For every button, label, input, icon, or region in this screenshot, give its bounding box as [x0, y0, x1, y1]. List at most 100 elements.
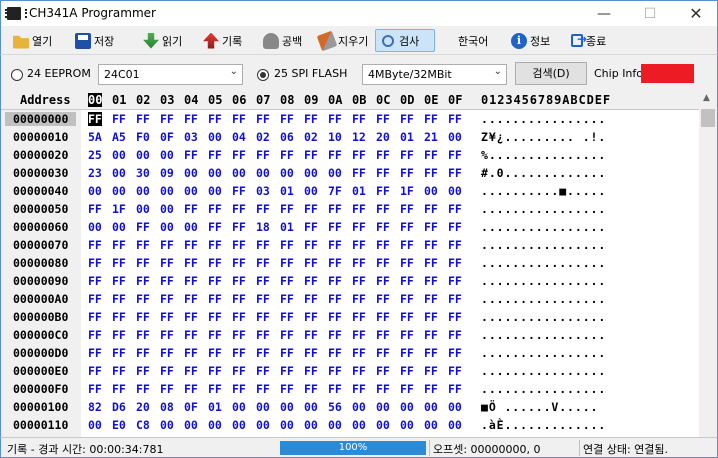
hex-byte[interactable]: FF: [400, 364, 414, 378]
open-button[interactable]: 열기: [13, 29, 52, 52]
hex-byte[interactable]: FF: [232, 202, 246, 216]
save-button[interactable]: 저장: [75, 29, 114, 52]
hex-byte[interactable]: FF: [448, 256, 462, 270]
hex-byte[interactable]: 20: [376, 130, 390, 144]
hex-byte[interactable]: FF: [136, 274, 150, 288]
hex-byte[interactable]: FF: [352, 112, 366, 126]
hex-byte[interactable]: 00: [232, 418, 246, 432]
hex-byte[interactable]: FF: [112, 382, 126, 396]
hex-byte[interactable]: FF: [208, 328, 222, 342]
hex-byte[interactable]: FF: [232, 112, 246, 126]
hex-byte[interactable]: 00: [136, 148, 150, 162]
hex-byte[interactable]: FF: [400, 292, 414, 306]
hex-byte[interactable]: 00: [160, 220, 174, 234]
hex-byte[interactable]: FF: [88, 310, 102, 324]
hex-byte[interactable]: FF: [136, 238, 150, 252]
hex-byte[interactable]: FF: [328, 256, 342, 270]
hex-byte[interactable]: FF: [352, 202, 366, 216]
hex-byte[interactable]: FF: [400, 310, 414, 324]
hex-byte[interactable]: FF: [208, 238, 222, 252]
hex-byte[interactable]: FF: [352, 328, 366, 342]
scroll-up-icon[interactable]: ▲: [703, 93, 710, 103]
row-address[interactable]: 00000110: [13, 418, 68, 432]
hex-byte[interactable]: FF: [280, 112, 294, 126]
hex-byte[interactable]: FF: [184, 364, 198, 378]
hex-byte[interactable]: FF: [304, 220, 318, 234]
hex-byte[interactable]: E0: [112, 418, 126, 432]
hex-editor[interactable]: Address 00 01 02 03 04 05 06 07 08 09 0A 0B 0C 0D 0E 0F…: [0, 91, 718, 437]
hex-byte[interactable]: FF: [184, 202, 198, 216]
hex-byte[interactable]: FF: [160, 328, 174, 342]
hex-byte[interactable]: 09: [160, 166, 174, 180]
hex-byte[interactable]: FF: [448, 148, 462, 162]
ascii-text[interactable]: .àÈ.............: [481, 418, 606, 432]
hex-byte[interactable]: FF: [208, 346, 222, 360]
hex-byte[interactable]: FF: [280, 292, 294, 306]
hex-byte[interactable]: FF: [400, 346, 414, 360]
hex-byte[interactable]: 23: [88, 166, 102, 180]
hex-byte[interactable]: FF: [280, 256, 294, 270]
hex-byte[interactable]: FF: [328, 292, 342, 306]
hex-byte[interactable]: FF: [328, 238, 342, 252]
hex-byte[interactable]: 00: [424, 184, 438, 198]
hex-byte[interactable]: FF: [376, 292, 390, 306]
hex-byte[interactable]: 00: [376, 400, 390, 414]
row-address[interactable]: 000000B0: [13, 310, 68, 324]
hex-byte[interactable]: 00: [136, 202, 150, 216]
hex-byte[interactable]: FF: [112, 310, 126, 324]
hex-byte[interactable]: 00: [280, 400, 294, 414]
hex-byte[interactable]: FF: [376, 220, 390, 234]
hex-byte[interactable]: FF: [400, 202, 414, 216]
hex-byte[interactable]: FF: [280, 238, 294, 252]
hex-byte[interactable]: 1F: [112, 202, 126, 216]
hex-byte[interactable]: FF: [232, 292, 246, 306]
hex-byte[interactable]: 00: [136, 184, 150, 198]
close-button[interactable]: ✕: [673, 1, 718, 27]
hex-byte[interactable]: FF: [400, 148, 414, 162]
row-address[interactable]: 00000020: [13, 148, 68, 162]
hex-byte[interactable]: FF: [232, 310, 246, 324]
hex-byte[interactable]: FF: [376, 238, 390, 252]
hex-byte[interactable]: 03: [256, 184, 270, 198]
hex-byte[interactable]: FF: [376, 148, 390, 162]
hex-byte[interactable]: FF: [424, 346, 438, 360]
hex-byte[interactable]: 08: [160, 400, 174, 414]
hex-byte[interactable]: FF: [424, 238, 438, 252]
write-button[interactable]: 기록: [203, 29, 242, 52]
hex-byte[interactable]: FF: [184, 238, 198, 252]
hex-byte[interactable]: FF: [160, 274, 174, 288]
row-address[interactable]: 000000E0: [13, 364, 68, 378]
about-button[interactable]: i 정보: [511, 29, 550, 52]
hex-byte[interactable]: FF: [424, 166, 438, 180]
hex-byte[interactable]: FF: [304, 202, 318, 216]
hex-byte[interactable]: 10: [328, 130, 342, 144]
row-address[interactable]: 000000A0: [13, 292, 68, 306]
hex-byte[interactable]: FF: [304, 328, 318, 342]
hex-byte[interactable]: FF: [256, 328, 270, 342]
hex-byte[interactable]: 00: [184, 418, 198, 432]
language-button[interactable]: 한국어: [458, 29, 488, 52]
hex-byte[interactable]: 00: [256, 166, 270, 180]
row-address[interactable]: 00000070: [13, 238, 68, 252]
hex-byte[interactable]: FF: [112, 292, 126, 306]
ascii-text[interactable]: ................: [481, 328, 606, 342]
hex-byte[interactable]: FF: [256, 148, 270, 162]
hex-byte[interactable]: FF: [88, 274, 102, 288]
row-address[interactable]: 000000F0: [13, 382, 68, 396]
hex-byte[interactable]: 01: [280, 220, 294, 234]
minimize-button[interactable]: —: [581, 1, 627, 27]
hex-byte[interactable]: FF: [400, 166, 414, 180]
hex-byte[interactable]: FF: [304, 148, 318, 162]
hex-byte[interactable]: FF: [304, 238, 318, 252]
hex-byte[interactable]: FF: [424, 202, 438, 216]
hex-byte[interactable]: FF: [88, 238, 102, 252]
hex-byte[interactable]: 0F: [184, 400, 198, 414]
hex-byte[interactable]: 00: [400, 418, 414, 432]
hex-byte[interactable]: FF: [352, 256, 366, 270]
hex-byte[interactable]: FF: [304, 382, 318, 396]
hex-byte[interactable]: FF: [88, 202, 102, 216]
hex-byte[interactable]: 00: [184, 220, 198, 234]
hex-byte[interactable]: FF: [400, 238, 414, 252]
hex-byte[interactable]: FF: [352, 274, 366, 288]
hex-byte[interactable]: FF: [208, 202, 222, 216]
